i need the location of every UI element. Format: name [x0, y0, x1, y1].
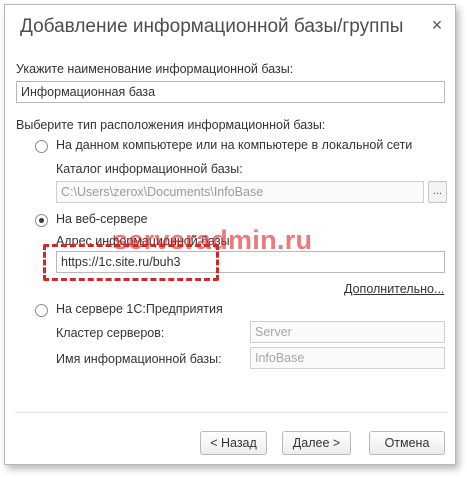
- infobase-server-input[interactable]: [250, 347, 445, 369]
- divider: [15, 412, 447, 413]
- dialog-title: Добавление информационной базы/группы: [20, 16, 404, 37]
- radio-web-server[interactable]: [35, 214, 48, 227]
- add-infobase-dialog: Добавление информационной базы/группы × …: [4, 4, 456, 465]
- name-label: Укажите наименование информационной базы…: [16, 62, 294, 76]
- radio-local[interactable]: [35, 140, 48, 153]
- catalog-path-input[interactable]: [56, 181, 424, 203]
- radio-local-label[interactable]: На данном компьютере или на компьютере в…: [56, 138, 412, 152]
- more-link[interactable]: Дополнительно...: [344, 282, 444, 296]
- cluster-label: Кластер серверов:: [56, 326, 165, 340]
- radio-selected-dot: [39, 218, 44, 223]
- browse-button[interactable]: ...: [428, 181, 447, 203]
- catalog-label: Каталог информационной базы:: [56, 162, 243, 176]
- radio-1c-server-label[interactable]: На сервере 1С:Предприятия: [56, 302, 223, 316]
- close-icon[interactable]: ×: [429, 16, 445, 34]
- cluster-input[interactable]: [250, 321, 445, 343]
- back-button[interactable]: < Назад: [200, 431, 267, 455]
- watermark: serveradmin.ru: [113, 225, 313, 255]
- radio-1c-server[interactable]: [35, 304, 48, 317]
- cancel-button[interactable]: Отмена: [369, 431, 445, 455]
- location-type-label: Выберите тип расположения информационной…: [16, 118, 326, 132]
- infobase-name-input[interactable]: [16, 81, 445, 103]
- infobase-name-server-label: Имя информационной базы:: [56, 352, 222, 366]
- next-button[interactable]: Далее >: [282, 431, 351, 455]
- radio-web-server-label[interactable]: На веб-сервере: [56, 212, 148, 226]
